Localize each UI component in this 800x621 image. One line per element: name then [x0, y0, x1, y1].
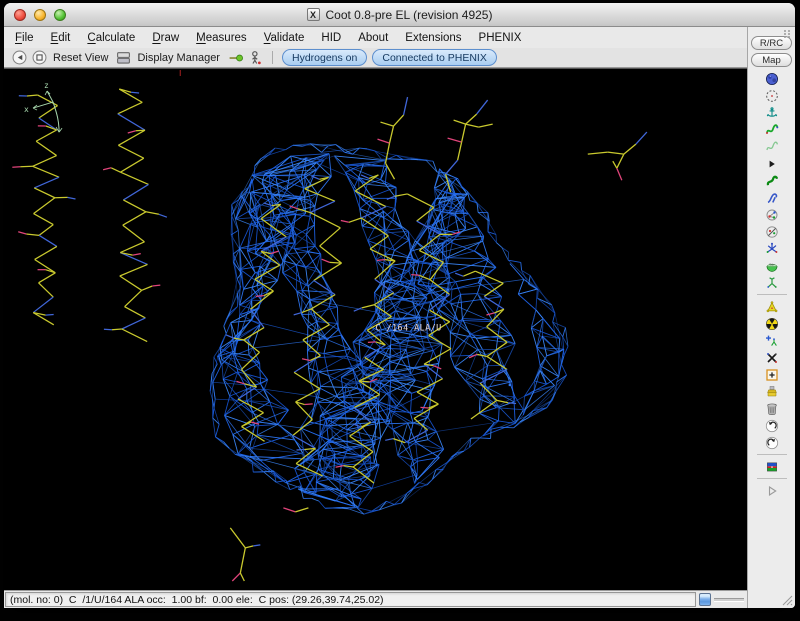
- flat-ligand-icon[interactable]: [764, 275, 779, 290]
- hydrogens-toggle-button[interactable]: Hydrogens on: [282, 49, 367, 66]
- main-area: File Edit Calculate Draw Measures Validate HID…: [4, 27, 795, 608]
- x11-icon: X: [307, 8, 320, 21]
- left-column: File Edit Calculate Draw Measures Validate HID…: [4, 27, 747, 608]
- status-bar: (mol. no: 0) C /1/U/164 ALA occ: 1.00 bf…: [4, 590, 747, 608]
- svg-text:z: z: [44, 81, 49, 90]
- refine-zone-icon[interactable]: [764, 122, 779, 137]
- undo-icon[interactable]: [764, 418, 779, 433]
- rigid-body-icon[interactable]: [764, 105, 779, 120]
- recentre-icon[interactable]: [764, 88, 779, 103]
- model-toolbar-icons: Side: [757, 70, 787, 499]
- rotate-translate-icon[interactable]: [764, 173, 779, 188]
- menu-validate[interactable]: Validate: [264, 32, 305, 44]
- map-sphere-icon[interactable]: [764, 71, 779, 86]
- menu-draw[interactable]: Draw: [152, 32, 179, 44]
- add-atom-icon[interactable]: [764, 333, 779, 348]
- close-button[interactable]: [14, 9, 26, 21]
- toolbar-separator: [272, 51, 273, 64]
- edit-chi-angles-icon[interactable]: [764, 224, 779, 239]
- run-script-icon[interactable]: [764, 483, 779, 498]
- contour-slider-thumb[interactable]: [699, 593, 711, 606]
- clear-brush-icon[interactable]: [764, 384, 779, 399]
- radiation-damage-icon[interactable]: [764, 316, 779, 331]
- menu-extensions[interactable]: Extensions: [405, 32, 461, 44]
- display-manager-button[interactable]: Display Manager: [137, 52, 220, 64]
- minimize-button[interactable]: [34, 9, 46, 21]
- person-icon[interactable]: [248, 50, 263, 65]
- add-terminal-residue-icon[interactable]: [764, 367, 779, 382]
- redo-icon[interactable]: [764, 435, 779, 450]
- right-toolbar-panel: R/RC Map Side: [747, 27, 795, 608]
- menu-edit[interactable]: Edit: [51, 32, 71, 44]
- traffic-lights: [14, 9, 66, 21]
- go-arrow-icon[interactable]: [228, 50, 243, 65]
- status-text: (mol. no: 0) C /1/U/164 ALA occ: 1.00 bf…: [5, 592, 696, 607]
- desktop: { "window": { "title": "Coot 0.8-pre EL …: [0, 0, 800, 621]
- menu-about[interactable]: About: [358, 32, 388, 44]
- molecular-viewport[interactable]: z x C /164 ALA/U: [4, 68, 747, 590]
- menu-calculate[interactable]: Calculate: [87, 32, 135, 44]
- flip-peptide-icon[interactable]: [764, 190, 779, 205]
- regularize-zone-icon[interactable]: [764, 139, 779, 154]
- svg-text:x: x: [24, 105, 29, 114]
- side-chain-180-icon[interactable]: Side: [764, 258, 779, 273]
- title-bar[interactable]: X Coot 0.8-pre EL (revision 4925): [4, 3, 795, 27]
- menu-measures[interactable]: Measures: [196, 32, 247, 44]
- toolbar-grip-icon[interactable]: [783, 29, 791, 39]
- zoom-button[interactable]: [54, 9, 66, 21]
- coot-window: X Coot 0.8-pre EL (revision 4925) File Ed…: [4, 3, 795, 608]
- jack-atom-icon[interactable]: [764, 241, 779, 256]
- frame-icon[interactable]: [32, 50, 47, 65]
- reset-view-button[interactable]: Reset View: [53, 52, 108, 64]
- map-button[interactable]: Map: [751, 53, 792, 67]
- trash-icon[interactable]: [764, 401, 779, 416]
- menu-hid[interactable]: HID: [321, 32, 341, 44]
- svg-text:Side: Side: [769, 262, 775, 266]
- rotamers-icon[interactable]: [764, 207, 779, 222]
- icon-separator: [757, 454, 787, 455]
- resize-grip[interactable]: [780, 593, 793, 606]
- delete-atom-icon[interactable]: [764, 350, 779, 365]
- geometry-distort-icon[interactable]: [764, 299, 779, 314]
- menu-file[interactable]: File: [15, 32, 34, 44]
- icon-separator: [757, 478, 787, 479]
- tool-bar: Reset View Display Manager Hydrogens on …: [4, 48, 747, 68]
- window-title: Coot 0.8-pre EL (revision 4925): [326, 8, 493, 22]
- prev-view-icon[interactable]: [12, 50, 27, 65]
- icon-separator: [757, 294, 787, 295]
- title-wrap: X Coot 0.8-pre EL (revision 4925): [307, 8, 493, 22]
- flag-icon[interactable]: [764, 459, 779, 474]
- atom-label: C /164 ALA/U: [376, 323, 442, 333]
- menu-bar: File Edit Calculate Draw Measures Validate HID…: [4, 27, 747, 48]
- display-manager-icon[interactable]: [116, 50, 131, 65]
- contour-slider-track[interactable]: [714, 598, 744, 602]
- phenix-connection-button[interactable]: Connected to PHENIX: [372, 49, 496, 66]
- expand-toolbar-icon[interactable]: [764, 156, 779, 171]
- menu-phenix[interactable]: PHENIX: [479, 32, 522, 44]
